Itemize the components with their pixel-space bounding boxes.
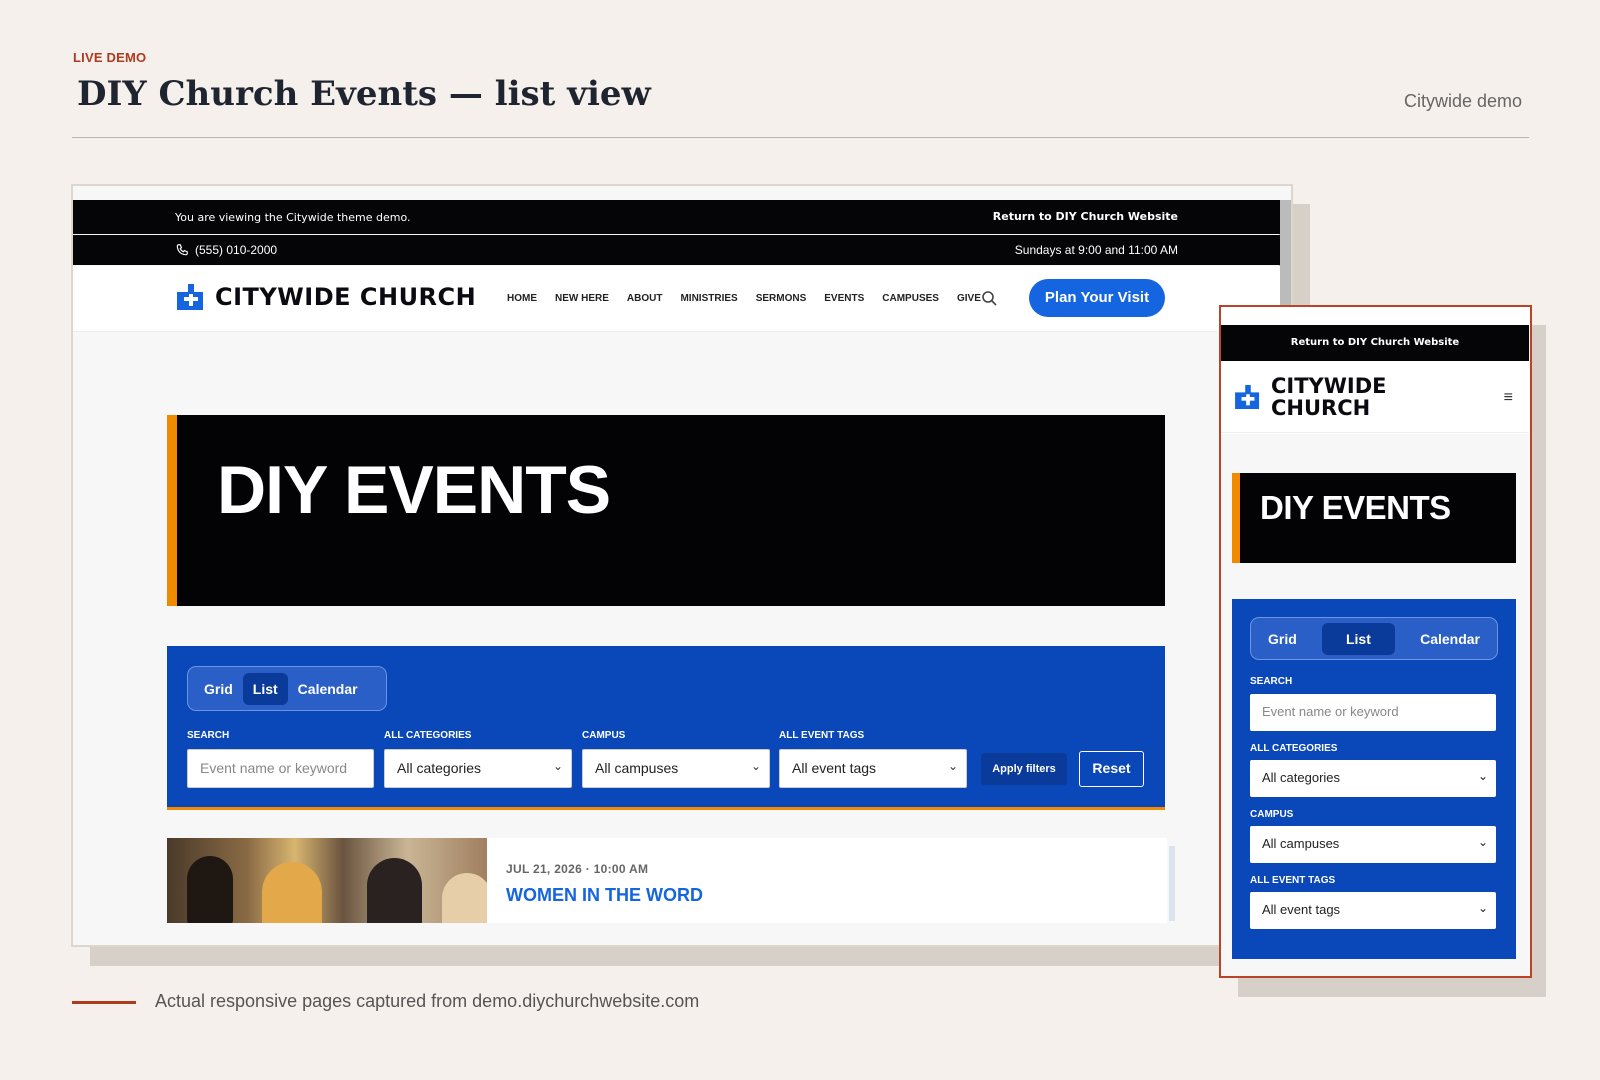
hamburger-icon[interactable]: ≡	[1504, 389, 1513, 407]
mobile-filter-panel: Grid List Calendar SEARCH Event name or …	[1232, 599, 1516, 959]
chevron-down-icon: ⌄	[750, 759, 761, 773]
cross-logo-icon	[177, 284, 203, 310]
tab-calendar[interactable]: Calendar	[288, 673, 368, 705]
filter-panel: Grid List Calendar SEARCH ALL CATEGORIES…	[167, 646, 1165, 810]
mobile-tab-grid[interactable]: Grid	[1256, 623, 1309, 655]
mobile-tab-list[interactable]: List	[1321, 622, 1395, 655]
mobile-tags-select[interactable]: All event tags ⌄	[1250, 892, 1496, 929]
slide-caption: Actual responsive pages captured from de…	[155, 991, 700, 1011]
mobile-body: DIY EVENTS Grid List Calendar SEARCH Eve…	[1221, 434, 1529, 976]
chevron-down-icon: ⌄	[1477, 835, 1488, 849]
view-toggle: Grid List Calendar	[187, 666, 387, 711]
return-link[interactable]: Return to DIY Church Website	[993, 210, 1178, 223]
plan-visit-button[interactable]: Plan Your Visit	[1029, 279, 1165, 317]
mobile-nav: CITYWIDE CHURCH ≡	[1221, 361, 1529, 433]
main-menu: HOME NEW HERE ABOUT MINISTRIES SERMONS E…	[507, 293, 981, 304]
menu-item-sermons[interactable]: SERMONS	[756, 293, 807, 304]
mobile-hero-title: DIY EVENTS	[1260, 489, 1451, 526]
mobile-logo[interactable]: CITYWIDE CHURCH	[1235, 375, 1387, 419]
mobile-categories-label: ALL CATEGORIES	[1250, 743, 1338, 754]
mobile-tab-calendar[interactable]: Calendar	[1408, 623, 1492, 655]
chevron-down-icon: ⌄	[1477, 901, 1488, 915]
mobile-view-toggle: Grid List Calendar	[1250, 617, 1498, 660]
search-icon[interactable]	[981, 290, 997, 306]
search-label: SEARCH	[187, 730, 230, 741]
service-times: Sundays at 9:00 and 11:00 AM	[1014, 243, 1178, 257]
mobile-categories-select[interactable]: All categories ⌄	[1250, 760, 1496, 797]
menu-item-new-here[interactable]: NEW HERE	[555, 293, 609, 304]
demo-notice: You are viewing the Citywide theme demo.	[175, 211, 411, 224]
tags-select[interactable]: All event tags ⌄	[779, 749, 967, 788]
caption-accent	[72, 1001, 136, 1004]
event-photo	[167, 838, 487, 923]
tab-grid[interactable]: Grid	[194, 673, 243, 705]
brand-name: CITYWIDE CHURCH	[215, 283, 477, 311]
menu-item-campuses[interactable]: CAMPUSES	[882, 293, 939, 304]
categories-select[interactable]: All categories ⌄	[384, 749, 572, 788]
chevron-down-icon: ⌄	[1477, 769, 1488, 783]
mobile-search-input[interactable]: Event name or keyword	[1250, 694, 1496, 731]
list-scrollbar	[1169, 846, 1175, 921]
campus-select[interactable]: All campuses ⌄	[582, 749, 770, 788]
apply-filters-button[interactable]: Apply filters	[981, 753, 1067, 785]
slide-kicker: LIVE DEMO	[73, 50, 147, 65]
menu-item-give[interactable]: GIVE	[957, 293, 981, 304]
mobile-campus-select[interactable]: All campuses ⌄	[1250, 826, 1496, 863]
chevron-down-icon: ⌄	[552, 759, 563, 773]
event-title-link[interactable]: WOMEN IN THE WORD	[506, 885, 703, 906]
campus-label: CAMPUS	[582, 730, 626, 741]
slide-title: DIY Church Events — list view	[77, 74, 651, 114]
site-logo[interactable]: CITYWIDE CHURCH	[177, 283, 476, 311]
desktop-screenshot: You are viewing the Citywide theme demo.…	[71, 184, 1293, 947]
menu-item-events[interactable]: EVENTS	[824, 293, 864, 304]
search-input[interactable]: Event name or keyword	[187, 749, 374, 788]
tags-label: ALL EVENT TAGS	[779, 730, 865, 741]
event-date: JUL 21, 2026 · 10:00 AM	[506, 862, 649, 876]
menu-item-home[interactable]: HOME	[507, 293, 537, 304]
event-list-item[interactable]: JUL 21, 2026 · 10:00 AM WOMEN IN THE WOR…	[167, 838, 1175, 923]
mobile-tags-label: ALL EVENT TAGS	[1250, 875, 1336, 886]
cross-logo-icon	[1235, 385, 1260, 409]
menu-item-ministries[interactable]: MINISTRIES	[680, 293, 737, 304]
categories-label: ALL CATEGORIES	[384, 730, 472, 741]
reset-button[interactable]: Reset	[1079, 751, 1144, 787]
info-bar: (555) 010-2000 Sundays at 9:00 and 11:00…	[73, 235, 1280, 265]
mobile-hero: DIY EVENTS	[1232, 473, 1516, 563]
hero-title: DIY EVENTS	[217, 452, 611, 528]
mobile-search-label: SEARCH	[1250, 676, 1293, 687]
mobile-brand: CITYWIDE CHURCH	[1271, 374, 1387, 420]
menu-item-about[interactable]: ABOUT	[627, 293, 663, 304]
tab-list[interactable]: List	[242, 672, 288, 705]
mobile-return-link[interactable]: Return to DIY Church Website	[1221, 325, 1529, 361]
hero-banner: DIY EVENTS	[167, 415, 1165, 606]
scrollbar[interactable]	[1279, 200, 1291, 310]
phone-number[interactable]: (555) 010-2000	[195, 243, 277, 257]
mobile-screenshot: Return to DIY Church Website CITYWIDE CH…	[1219, 305, 1532, 978]
title-rule	[72, 137, 1529, 138]
slide-subtitle: Citywide demo	[1403, 91, 1522, 111]
chevron-down-icon: ⌄	[947, 759, 958, 773]
site-nav: CITYWIDE CHURCH HOME NEW HERE ABOUT MINI…	[73, 266, 1280, 332]
phone-icon	[176, 244, 188, 256]
demo-top-bar: You are viewing the Citywide theme demo.…	[73, 200, 1280, 234]
mobile-campus-label: CAMPUS	[1250, 809, 1294, 820]
